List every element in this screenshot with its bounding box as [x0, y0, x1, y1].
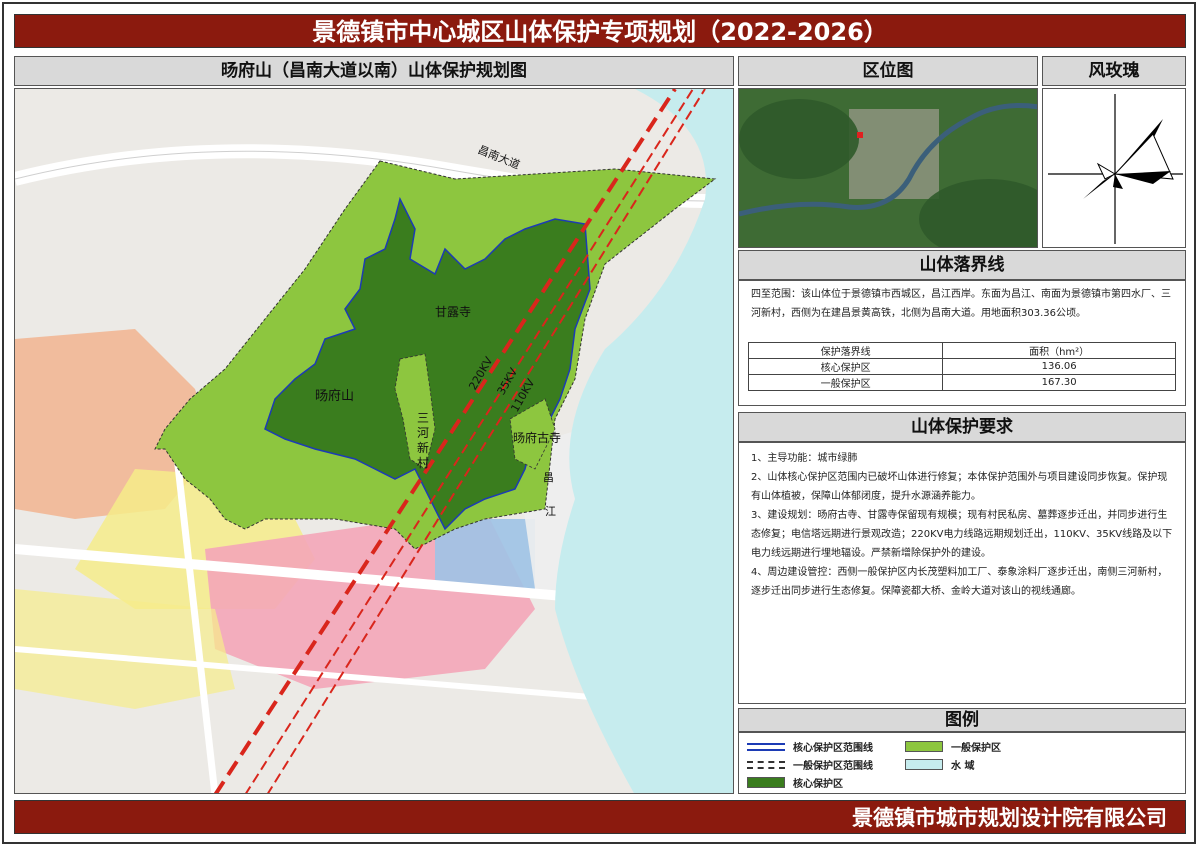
boundary-title: 山体落界线 [738, 250, 1186, 280]
river-label-2: 江 [545, 505, 556, 518]
core-fill-swatch [747, 777, 785, 788]
legend-water: 水 域 [905, 757, 974, 772]
yangfu-temple-label: 旸府古寺 [513, 431, 562, 445]
requirement-item: 1、主导功能：城市绿肺 [751, 453, 858, 464]
area-table-row: 一般保护区 167.30 [747, 374, 1176, 391]
core-line-swatch [747, 742, 785, 751]
legend-general-fill: 一般保护区 [905, 739, 1001, 754]
legend-core-line: 核心保护区范围线 [747, 739, 873, 754]
requirement-item: 3、建设规划：旸府古寺、甘露寺保留现有规模；现有村民私房、墓葬逐步迁出，并同步进… [751, 510, 1173, 559]
yangfu-mountain-label: 旸府山 [315, 389, 355, 404]
footer-company: 景德镇市城市规划设计院有限公司 [14, 800, 1186, 834]
page-title: 景德镇市中心城区山体保护专项规划（2022-2026） [14, 14, 1186, 48]
satellite-image [739, 89, 1037, 247]
legend-panel: 核心保护区范围线 一般保护区范围线 核心保护区 一般保护区 水 域 [738, 732, 1186, 794]
map-canvas [15, 89, 733, 793]
map-title: 旸府山（昌南大道以南）山体保护规划图 [14, 56, 734, 86]
legend-label: 一般保护区范围线 [793, 761, 873, 772]
area-table-header-area: 面积（hm²） [942, 342, 1176, 359]
area-table-header-name: 保护落界线 [747, 342, 944, 359]
wind-rose-diagram [1048, 94, 1183, 244]
requirements-panel: 1、主导功能：城市绿肺 2、山体核心保护区范围内已破坏山体进行修复；本体保护范围… [738, 442, 1186, 704]
ganlu-temple-label: 甘露寺 [435, 305, 472, 319]
requirement-item: 4、周边建设管控：西侧一般保护区内长茂塑料加工厂、泰象涂料厂逐步迁出，南侧三河新… [751, 567, 1168, 597]
location-marker [857, 132, 863, 138]
area-row-name: 一般保护区 [747, 374, 944, 391]
legend-title: 图例 [738, 708, 1186, 732]
legend-label: 水 域 [951, 761, 975, 772]
general-line-swatch [747, 760, 785, 769]
legend-label: 核心保护区范围线 [793, 743, 873, 754]
legend-label: 核心保护区 [793, 779, 843, 790]
area-row-name: 核心保护区 [747, 358, 944, 375]
general-fill-swatch [905, 741, 943, 752]
requirement-item: 2、山体核心保护区范围内已破坏山体进行修复；本体保护范围外与项目建设同步恢复。保… [751, 472, 1168, 502]
main-map[interactable]: 昌南大道 甘露寺 旸府山 三 河 新 村 旸府古寺 220KV 35KV 110… [14, 88, 734, 794]
wind-rose-title: 风玫瑰 [1042, 56, 1186, 86]
area-table: 保护落界线 面积（hm²） 核心保护区 136.06 一般保护区 167.30 [747, 342, 1176, 391]
sanhe-village-label: 三 河 新 村 [417, 411, 430, 470]
area-row-value: 136.06 [942, 358, 1176, 375]
area-row-value: 167.30 [942, 374, 1176, 391]
legend-core-fill: 核心保护区 [747, 775, 843, 790]
water-swatch [905, 759, 943, 770]
area-table-row: 核心保护区 136.06 [747, 358, 1176, 375]
requirements-title: 山体保护要求 [738, 412, 1186, 442]
river-label-1: 昌 [543, 471, 554, 484]
legend-general-line: 一般保护区范围线 [747, 757, 873, 772]
location-map[interactable] [738, 88, 1038, 248]
boundary-description: 四至范围：该山体位于景德镇市西城区，昌江西岸。东面为昌江、南面为景德镇市第四水厂… [751, 289, 1171, 319]
legend-label: 一般保护区 [951, 743, 1001, 754]
wind-rose [1042, 88, 1186, 248]
location-map-title: 区位图 [738, 56, 1038, 86]
